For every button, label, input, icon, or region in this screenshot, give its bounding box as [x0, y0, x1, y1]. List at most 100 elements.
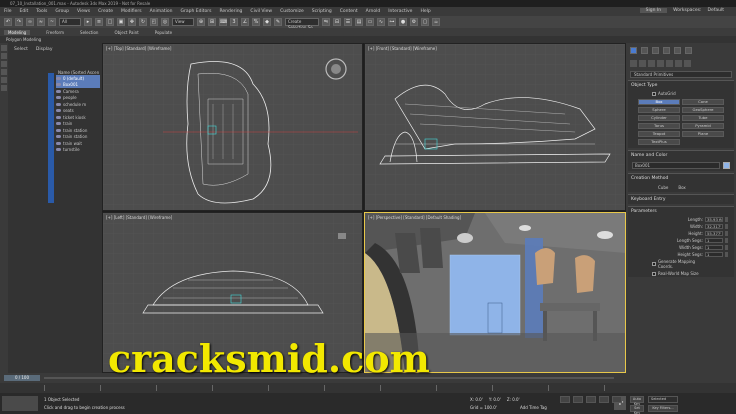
display-tab-icon[interactable]: [674, 47, 681, 54]
space-warps-icon[interactable]: [675, 60, 682, 67]
filter-helpers-icon[interactable]: [1, 77, 7, 83]
named-selection-set-dropdown[interactable]: Create Selection Se: [285, 18, 319, 30]
eye-icon[interactable]: [56, 96, 61, 100]
menu-interactive[interactable]: Interactive: [388, 9, 412, 14]
filter-shapes-icon[interactable]: [1, 53, 7, 59]
modify-tab-icon[interactable]: [641, 47, 648, 54]
viewport-top[interactable]: [+] [Top] [Standard] [Wireframe]: [102, 43, 363, 211]
object-type-title[interactable]: Object Type: [628, 81, 734, 90]
menu-rendering[interactable]: Rendering: [219, 9, 242, 14]
menu-views[interactable]: Views: [77, 9, 90, 14]
ribbon-tab-freeform[interactable]: Freeform: [46, 30, 64, 35]
cameras-icon[interactable]: [657, 60, 664, 67]
width-spinner[interactable]: [725, 224, 728, 229]
rotate-icon[interactable]: ↻: [139, 18, 147, 26]
list-item[interactable]: turnstile: [56, 147, 100, 154]
height-spinner[interactable]: [725, 231, 728, 236]
menu-file[interactable]: File: [4, 9, 12, 14]
width-segs-input[interactable]: 1: [705, 245, 723, 250]
ribbon-tab-object-paint[interactable]: Object Paint: [114, 30, 138, 35]
primitive-category-dropdown[interactable]: Standard Primitives: [630, 71, 732, 78]
width-segs-spinner[interactable]: [725, 245, 728, 250]
angle-snap-icon[interactable]: ∠: [241, 18, 249, 26]
eye-icon[interactable]: [56, 109, 61, 113]
maxscript-listener[interactable]: [2, 396, 38, 411]
add-time-tag[interactable]: Add Time Tag: [520, 405, 547, 410]
key-filters-button[interactable]: Key Filters...: [648, 405, 678, 412]
polygon-modeling-bar[interactable]: Polygon Modeling: [0, 36, 736, 43]
cone-button[interactable]: Cone: [682, 99, 724, 105]
previous-frame-icon[interactable]: [573, 396, 583, 403]
eye-icon[interactable]: [56, 122, 61, 126]
box-button[interactable]: Box: [638, 99, 680, 105]
select-object-icon[interactable]: ▸: [84, 18, 92, 26]
menu-customize[interactable]: Customize: [280, 9, 304, 14]
object-name-input[interactable]: Box001: [632, 162, 720, 169]
toggle-layer-explorer-icon[interactable]: ▤: [355, 18, 363, 26]
menu-arnold[interactable]: Arnold: [366, 9, 381, 14]
x-coordinate[interactable]: X: 0.0': [470, 397, 483, 402]
sphere-button[interactable]: Sphere: [638, 107, 680, 113]
explorer-tab-select[interactable]: Select: [14, 47, 28, 52]
box-radio[interactable]: Box: [678, 185, 685, 190]
set-key-button[interactable]: Set Key: [630, 405, 644, 414]
scale-icon[interactable]: ◰: [150, 18, 158, 26]
viewport-perspective-label[interactable]: [+] [Perspective] [Standard] [Default Sh…: [368, 215, 461, 220]
menu-scripting[interactable]: Scripting: [312, 9, 332, 14]
height-input[interactable]: 55.377': [705, 231, 723, 236]
selection-filter-dropdown[interactable]: All: [59, 18, 81, 26]
textplus-button[interactable]: TextPlus: [638, 139, 680, 145]
length-segs-spinner[interactable]: [725, 238, 728, 243]
snaps-toggle-icon[interactable]: 3: [230, 18, 238, 26]
teapot-button[interactable]: Teapot: [638, 131, 680, 137]
keyboard-entry-title[interactable]: Keyboard Entry: [628, 195, 734, 204]
move-icon[interactable]: ✥: [128, 18, 136, 26]
rendered-frame-window-icon[interactable]: ▢: [421, 18, 429, 26]
z-coordinate[interactable]: Z: 0.0': [507, 397, 520, 402]
autogrid-row[interactable]: AutoGrid: [628, 90, 734, 97]
real-world-checkbox[interactable]: [652, 271, 656, 276]
toggle-scene-explorer-icon[interactable]: ☰: [344, 18, 352, 26]
menu-tools[interactable]: Tools: [36, 9, 47, 14]
render-production-icon[interactable]: ☕: [432, 18, 440, 26]
systems-icon[interactable]: [684, 60, 691, 67]
percent-snap-icon[interactable]: %: [252, 18, 260, 26]
select-manipulate-icon[interactable]: ⊞: [208, 18, 216, 26]
eye-icon[interactable]: [56, 89, 61, 93]
filter-cameras-icon[interactable]: [1, 69, 7, 75]
window-crossing-icon[interactable]: ▣: [117, 18, 125, 26]
tube-button[interactable]: Tube: [682, 115, 724, 121]
menu-animation[interactable]: Animation: [150, 9, 173, 14]
go-to-end-icon[interactable]: [612, 396, 622, 403]
placement-icon[interactable]: ◎: [161, 18, 169, 26]
edit-named-selection-icon[interactable]: ✎: [274, 18, 282, 26]
plane-button[interactable]: Plane: [682, 131, 724, 137]
geometry-icon[interactable]: [630, 60, 637, 67]
explorer-tab-display[interactable]: Display: [36, 47, 53, 52]
filter-spacewarps-icon[interactable]: [1, 85, 7, 91]
eye-icon[interactable]: [56, 128, 61, 132]
filter-lights-icon[interactable]: [1, 61, 7, 67]
workspace-dropdown[interactable]: Default: [708, 8, 724, 13]
undo-icon[interactable]: ↶: [4, 18, 12, 26]
track-bar[interactable]: [0, 383, 736, 393]
filter-geometry-icon[interactable]: [1, 45, 7, 51]
redo-icon[interactable]: ↷: [15, 18, 23, 26]
motion-tab-icon[interactable]: [663, 47, 670, 54]
eye-icon[interactable]: [56, 135, 61, 139]
creation-method-title[interactable]: Creation Method: [628, 174, 734, 183]
y-coordinate[interactable]: Y: 0.0': [489, 397, 501, 402]
gen-mapping-checkbox[interactable]: [652, 262, 656, 266]
torus-button[interactable]: Torus: [638, 123, 680, 129]
helpers-icon[interactable]: [666, 60, 673, 67]
unlink-icon[interactable]: ≈: [37, 18, 45, 26]
schematic-view-icon[interactable]: ⊶: [388, 18, 396, 26]
utilities-tab-icon[interactable]: [685, 47, 692, 54]
length-input[interactable]: 35.93 ft: [705, 217, 723, 222]
cube-radio[interactable]: Cube: [658, 185, 668, 190]
spinner-snap-icon[interactable]: ◆: [263, 18, 271, 26]
align-icon[interactable]: ⊟: [333, 18, 341, 26]
parameters-title[interactable]: Parameters: [628, 207, 734, 216]
menu-content[interactable]: Content: [340, 9, 358, 14]
lights-icon[interactable]: [648, 60, 655, 67]
